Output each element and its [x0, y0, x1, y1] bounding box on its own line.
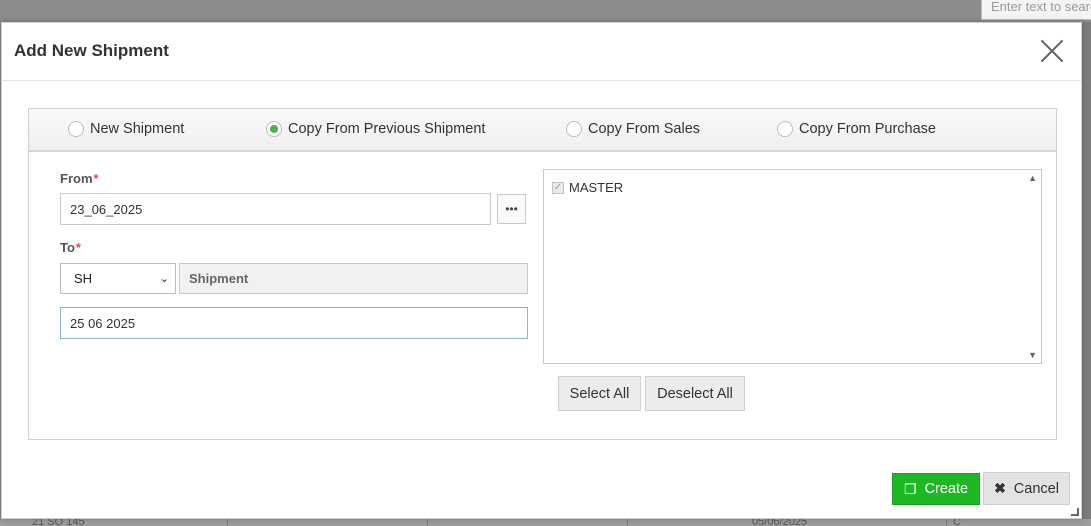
to-type-select-value: SH	[74, 271, 93, 286]
ellipsis-icon[interactable]: •••	[497, 194, 526, 224]
scroll-down-arrow-icon[interactable]: ▼	[1028, 350, 1037, 360]
radio-new-shipment[interactable]: New Shipment	[68, 121, 184, 137]
radio-circle-icon	[566, 121, 582, 137]
to-shipment-name-input[interactable]	[60, 307, 528, 339]
background-search-input: Enter text to search	[981, 0, 1091, 20]
radio-label: Copy From Purchase	[799, 121, 936, 137]
list-item[interactable]: ✓ MASTER	[552, 180, 623, 195]
create-button[interactable]: ❐ Create	[892, 473, 980, 505]
background-cell: C	[953, 518, 961, 526]
select-all-button[interactable]: Select All	[558, 376, 641, 411]
from-label-text: From	[60, 171, 93, 186]
shipment-options-panel: New Shipment Copy From Previous Shipment…	[28, 108, 1057, 440]
shipment-items-listbox[interactable]: ✓ MASTER ▲ ▼	[543, 169, 1042, 364]
radio-label: New Shipment	[90, 121, 185, 137]
radio-circle-icon	[68, 121, 84, 137]
radio-label: Copy From Sales	[588, 121, 701, 137]
cancel-button[interactable]: ✖ Cancel	[983, 472, 1070, 505]
close-icon[interactable]	[1039, 38, 1065, 64]
radio-circle-icon	[777, 121, 793, 137]
from-label: From*	[60, 171, 99, 186]
create-label: Create	[924, 481, 969, 497]
required-marker: *	[93, 171, 99, 186]
select-all-label: Select All	[569, 385, 630, 402]
required-marker: *	[75, 240, 81, 255]
radio-label: Copy From Previous Shipment	[288, 121, 486, 137]
radio-copy-previous-shipment[interactable]: Copy From Previous Shipment	[266, 121, 485, 137]
close-x-icon: ✖	[994, 480, 1006, 496]
background-overlay-strip	[1082, 22, 1091, 518]
list-item-label: MASTER	[569, 180, 624, 195]
radio-copy-from-purchase[interactable]: Copy From Purchase	[777, 121, 936, 137]
to-label: To*	[60, 240, 81, 255]
copy-source-radio-group: New Shipment Copy From Previous Shipment…	[29, 109, 1056, 152]
checkbox-checked-icon[interactable]: ✓	[552, 181, 564, 194]
to-label-text: To	[60, 240, 75, 255]
deselect-all-label: Deselect All	[657, 385, 733, 402]
dialog-header: Add New Shipment	[2, 23, 1081, 81]
add-shipment-dialog: Add New Shipment New Shipment Copy From …	[1, 22, 1082, 519]
scroll-up-arrow-icon[interactable]: ▲	[1028, 173, 1037, 183]
to-type-select[interactable]: SH ⌄	[60, 263, 176, 294]
background-cell: 05/06/2025	[752, 518, 808, 526]
from-shipment-input[interactable]	[60, 193, 491, 225]
radio-copy-from-sales[interactable]: Copy From Sales	[566, 121, 700, 137]
cancel-label: Cancel	[1013, 480, 1059, 497]
background-table-row: 21 SO 145 05/06/2025 C	[0, 518, 1091, 526]
radio-circle-checked-icon	[266, 121, 282, 137]
dialog-title: Add New Shipment	[14, 41, 169, 60]
chevron-down-icon: ⌄	[159, 273, 169, 285]
background-cell: 21 SO 145	[32, 518, 85, 526]
to-type-name-field	[179, 263, 528, 294]
copy-icon: ❐	[903, 480, 917, 497]
deselect-all-button[interactable]: Deselect All	[645, 376, 745, 411]
resize-handle-icon[interactable]	[1071, 508, 1079, 516]
